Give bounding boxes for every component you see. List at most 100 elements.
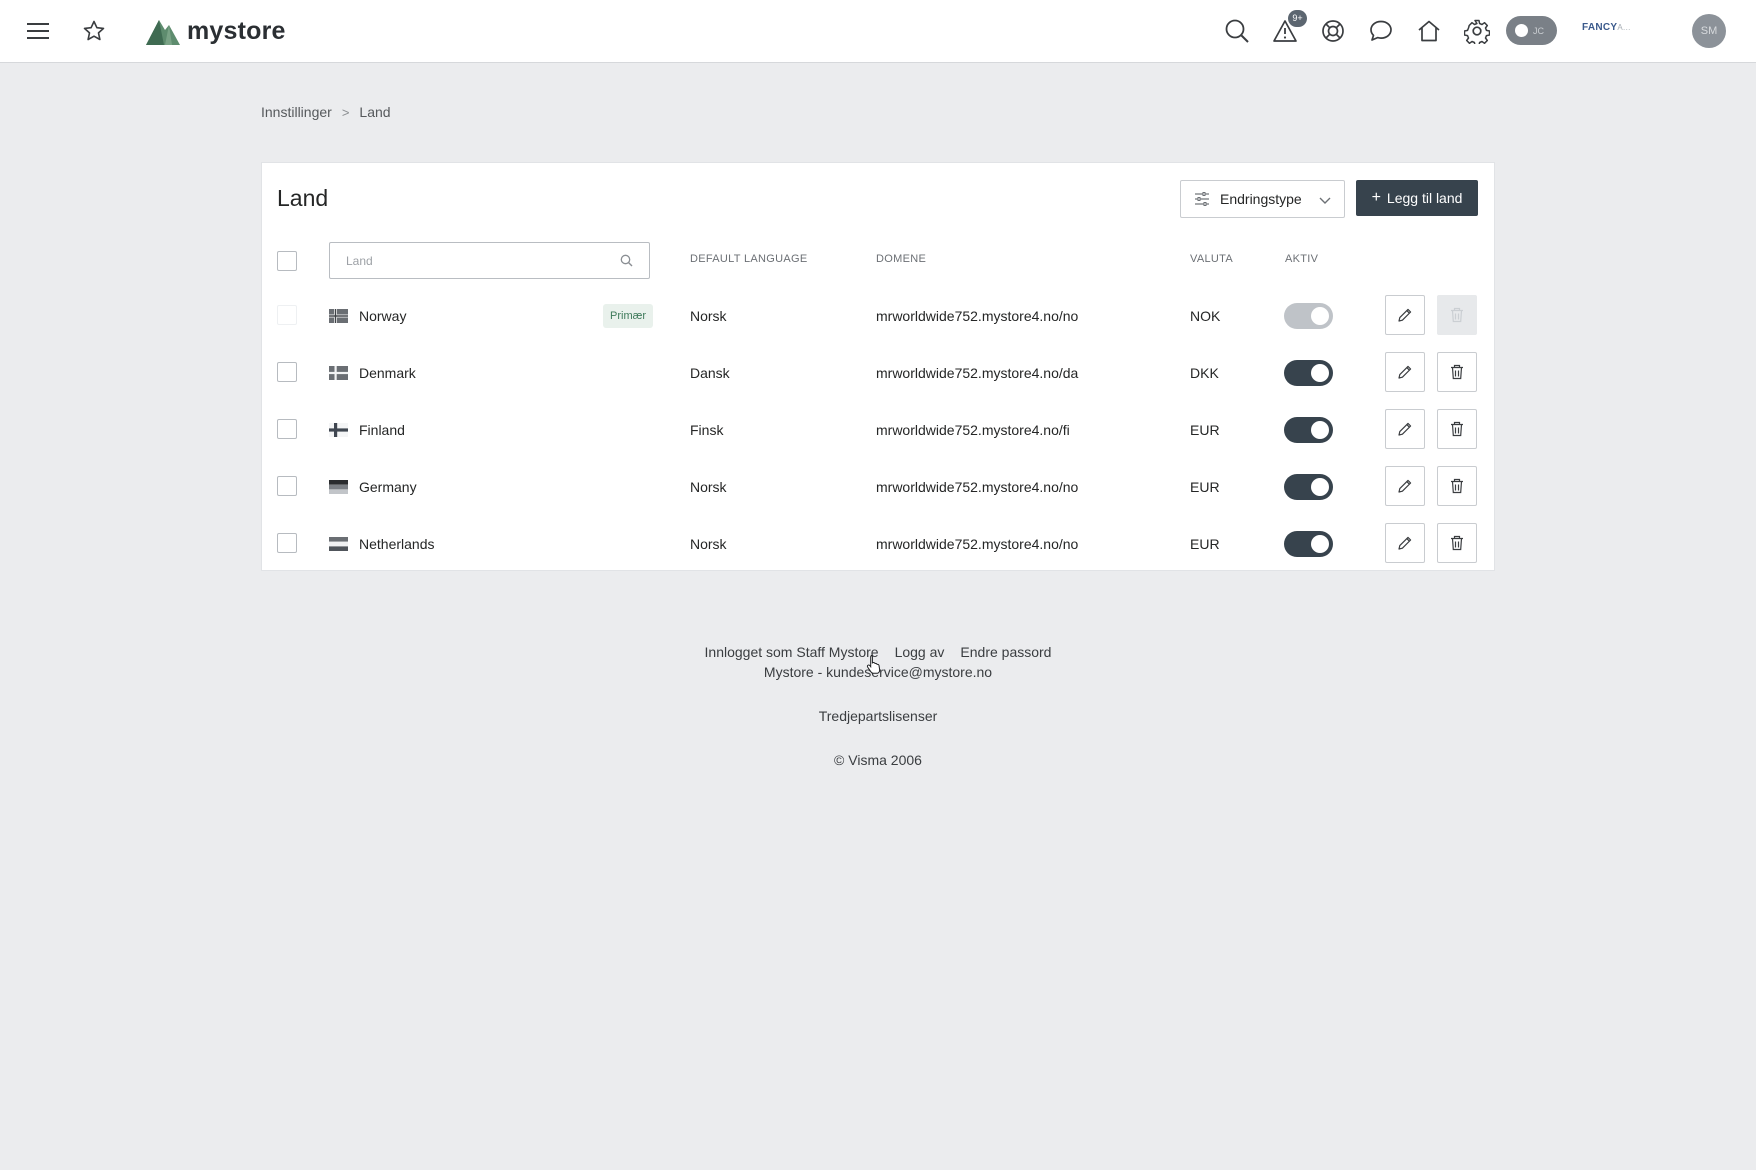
footer-licenses-wrap: Tredjepartslisenser (0, 708, 1756, 724)
flag-denmark-icon (329, 366, 348, 380)
logged-in-as: Innlogget som Staff Mystore (704, 644, 879, 660)
add-country-label: Legg til land (1386, 190, 1463, 206)
plus-icon: + (1371, 189, 1381, 206)
flag-netherlands-icon (329, 537, 348, 551)
filter-icon (1195, 192, 1209, 206)
default-language: Finsk (690, 421, 724, 438)
country-name: Norway (359, 307, 407, 324)
currency: EUR (1190, 421, 1220, 438)
trash-icon (1451, 364, 1463, 380)
row-checkbox (277, 305, 297, 325)
domain: mrworldwide752.mystore4.no/da (876, 364, 1079, 381)
column-header-domain: DOMENE (876, 253, 927, 265)
toggle-dot (1515, 24, 1528, 37)
edit-button[interactable] (1385, 352, 1425, 392)
company-sub: A... (1617, 23, 1631, 32)
delete-button[interactable] (1437, 466, 1477, 506)
country-name: Denmark (359, 364, 416, 381)
top-bar: mystore 9+ JC FANCYA... SM (0, 0, 1756, 63)
toggle-knob (1311, 478, 1329, 496)
chat-icon[interactable] (1363, 13, 1399, 49)
company-name: FANCY (1582, 22, 1618, 33)
menu-icon[interactable] (20, 13, 56, 49)
country-name: Germany (359, 478, 417, 495)
home-icon[interactable] (1411, 13, 1447, 49)
column-header-language: DEFAULT LANGUAGE (690, 253, 808, 265)
domain: mrworldwide752.mystore4.no/no (876, 478, 1079, 495)
select-all-checkbox[interactable] (277, 251, 297, 271)
delete-button (1437, 295, 1477, 335)
page-title: Land (277, 185, 329, 211)
default-language: Norsk (690, 478, 727, 495)
active-toggle[interactable] (1284, 417, 1333, 443)
edit-button[interactable] (1385, 295, 1425, 335)
trash-icon (1451, 307, 1463, 323)
toggle-knob (1311, 421, 1329, 439)
third-party-licenses-link[interactable]: Tredjepartslisenser (819, 708, 938, 724)
row-checkbox[interactable] (277, 476, 297, 496)
gear-icon[interactable] (1459, 13, 1495, 49)
flag-germany-icon (329, 480, 348, 494)
logo-text: mystore (187, 16, 286, 45)
table-row: Finland Finsk mrworldwide752.mystore4.no… (262, 401, 1496, 458)
hand-cursor-icon (866, 655, 881, 674)
table-row: Netherlands Norsk mrworldwide752.mystore… (262, 515, 1496, 572)
currency: NOK (1190, 307, 1221, 324)
breadcrumb-separator: > (341, 104, 350, 120)
change-type-filter-button[interactable]: Endringstype (1180, 180, 1345, 218)
delete-button[interactable] (1437, 409, 1477, 449)
pencil-icon (1398, 422, 1412, 436)
delete-button[interactable] (1437, 352, 1477, 392)
currency: DKK (1190, 364, 1219, 381)
search-icon[interactable] (1219, 13, 1255, 49)
country-name: Netherlands (359, 535, 435, 552)
avatar[interactable]: SM (1692, 14, 1726, 48)
mountain-logo-icon (146, 20, 180, 45)
logout-link[interactable]: Logg av (895, 644, 945, 660)
mystore-logo[interactable]: mystore (145, 14, 286, 48)
flag-finland-icon (329, 423, 348, 437)
flag-norway-icon (329, 309, 348, 323)
active-toggle (1284, 303, 1333, 329)
star-icon[interactable] (76, 13, 112, 49)
edit-button[interactable] (1385, 466, 1425, 506)
edit-button[interactable] (1385, 523, 1425, 563)
mode-toggle-pill[interactable]: JC (1506, 16, 1557, 45)
edit-button[interactable] (1385, 409, 1425, 449)
row-checkbox[interactable] (277, 533, 297, 553)
pencil-icon (1398, 365, 1412, 379)
toggle-knob (1311, 307, 1329, 325)
add-country-button[interactable]: + Legg til land (1356, 180, 1478, 216)
countries-card: Land Endringstype + Legg til land DEFAUL… (261, 162, 1495, 571)
pencil-icon (1398, 308, 1412, 322)
company-logo[interactable]: FANCYA... (1582, 22, 1648, 40)
row-checkbox[interactable] (277, 419, 297, 439)
filter-label: Endringstype (1220, 191, 1302, 207)
table-row: Germany Norsk mrworldwide752.mystore4.no… (262, 458, 1496, 515)
breadcrumb-current: Land (359, 104, 391, 120)
currency: EUR (1190, 478, 1220, 495)
avatar-initials: SM (1700, 25, 1718, 37)
delete-button[interactable] (1437, 523, 1477, 563)
breadcrumb-settings-link[interactable]: Innstillinger (261, 104, 332, 120)
search-icon (620, 254, 633, 267)
primary-badge: Primær (603, 304, 654, 328)
table-row: Denmark Dansk mrworldwide752.mystore4.no… (262, 344, 1496, 401)
active-toggle[interactable] (1284, 474, 1333, 500)
active-toggle[interactable] (1284, 531, 1333, 557)
active-toggle[interactable] (1284, 360, 1333, 386)
default-language: Norsk (690, 307, 727, 324)
trash-icon (1451, 535, 1463, 551)
table-row: Norway Primær Norsk mrworldwide752.mysto… (262, 287, 1496, 344)
country-search-input[interactable] (330, 243, 600, 278)
domain: mrworldwide752.mystore4.no/no (876, 535, 1079, 552)
toggle-knob (1311, 364, 1329, 382)
toggle-knob (1311, 535, 1329, 553)
row-checkbox[interactable] (277, 362, 297, 382)
help-icon[interactable] (1315, 13, 1351, 49)
chevron-down-icon (1319, 197, 1331, 204)
country-search-box (329, 242, 650, 279)
column-header-active: AKTIV (1285, 253, 1319, 265)
change-password-link[interactable]: Endre passord (960, 644, 1051, 660)
column-header-currency: VALUTA (1190, 253, 1233, 265)
